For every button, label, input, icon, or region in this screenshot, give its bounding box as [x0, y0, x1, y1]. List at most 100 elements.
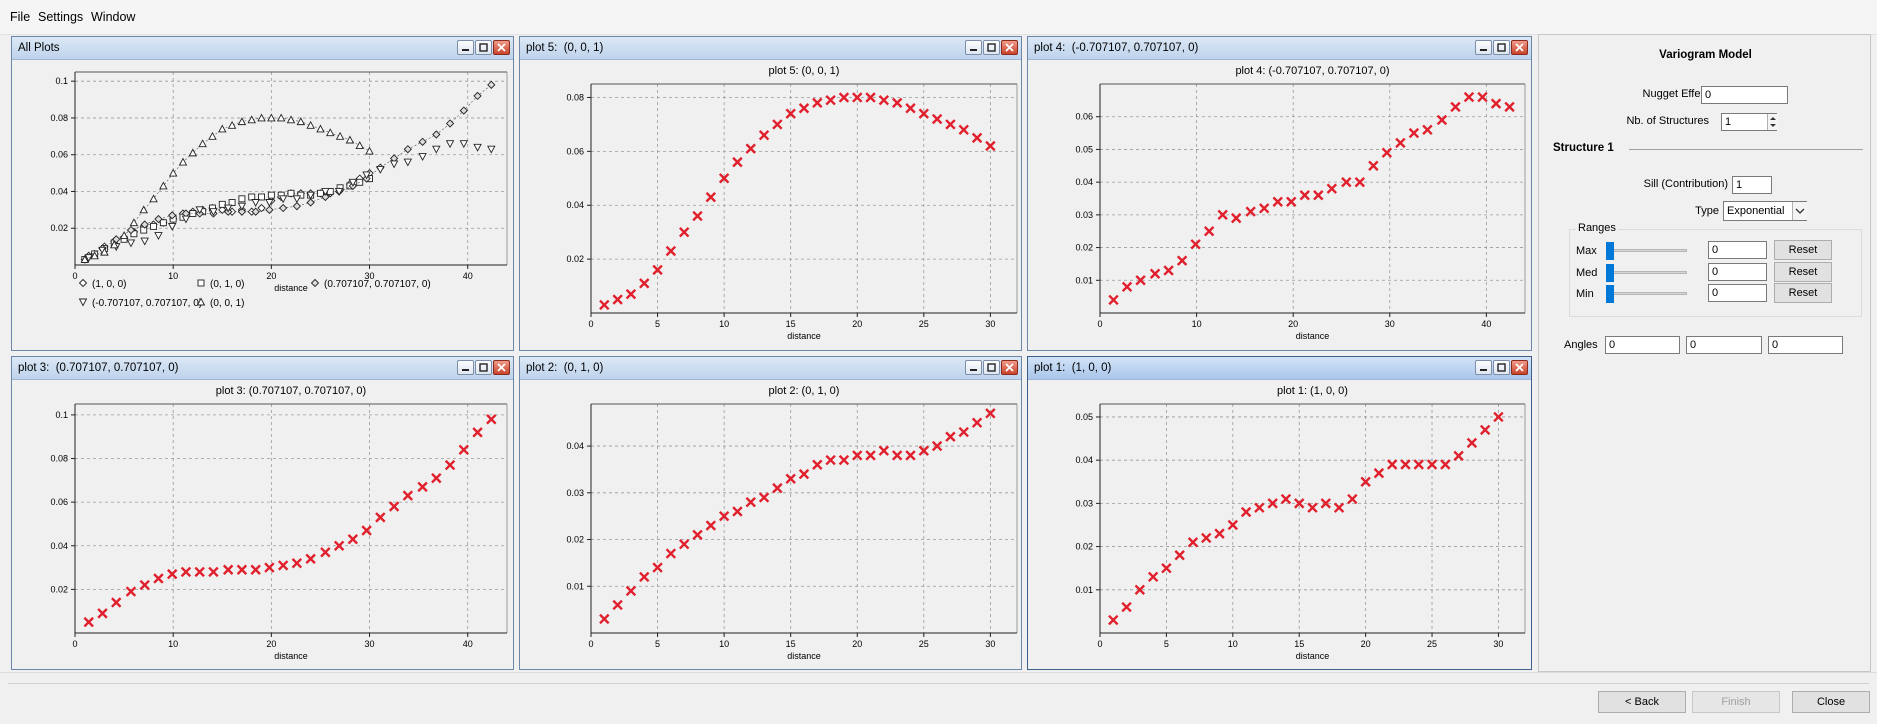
data-point: [472, 427, 483, 438]
data-point: [473, 143, 482, 152]
data-point: [1368, 160, 1379, 171]
maximize-button[interactable]: [983, 360, 1000, 375]
window-close-button[interactable]: [1001, 360, 1018, 375]
y-tick-label: 0.06: [50, 497, 68, 507]
plot-window-all[interactable]: All Plots 0 10 20 30 40 0.02 0.04 0.06 0.08 0.1 dis…: [11, 36, 514, 351]
plot-window-w2[interactable]: plot 2: (0, 1, 0) plot 2: (0, 1, 0) 0 5 10 15…: [519, 356, 1022, 670]
x-tick-label: 0: [1097, 319, 1102, 329]
x-tick-label: 0: [1097, 639, 1102, 649]
maximize-icon: [1497, 43, 1506, 52]
data-point: [599, 299, 610, 311]
minimize-button[interactable]: [965, 40, 982, 55]
structure-divider: [1629, 149, 1863, 150]
data-point: [320, 547, 331, 558]
slider-handle[interactable]: [1606, 242, 1614, 260]
close-button[interactable]: Close: [1792, 691, 1870, 713]
menu-window[interactable]: Window: [91, 10, 135, 24]
x-tick-label: 0: [72, 639, 77, 649]
menu-settings[interactable]: Settings: [38, 10, 83, 24]
y-tick-label: 0.06: [566, 146, 584, 156]
minimize-button[interactable]: [1475, 360, 1492, 375]
data-point: [1108, 614, 1119, 626]
nstruct-spin-arrows[interactable]: [1767, 114, 1778, 130]
maximize-button[interactable]: [1493, 40, 1510, 55]
minimize-button[interactable]: [1475, 40, 1492, 55]
data-point: [265, 205, 274, 214]
y-tick-label: 0.01: [566, 581, 584, 591]
data-point: [1203, 226, 1215, 237]
range-input-med[interactable]: 0: [1708, 263, 1767, 281]
window-close-button[interactable]: [1511, 360, 1528, 375]
close-icon: [497, 363, 506, 372]
range-slider-max[interactable]: [1609, 249, 1687, 252]
legend-label: (1, 0, 0): [92, 279, 126, 290]
data-point: [402, 490, 414, 501]
plot-window-w5[interactable]: plot 5: (0, 0, 1) plot 5: (0, 0, 1) 0 5 10 15…: [519, 36, 1022, 351]
minimize-button[interactable]: [457, 40, 474, 55]
data-point: [665, 245, 677, 257]
x-axis-label: distance: [787, 331, 821, 341]
sill-input[interactable]: 1: [1732, 176, 1772, 194]
back-button[interactable]: < Back: [1598, 691, 1686, 713]
window-titlebar[interactable]: plot 4: (-0.707107, 0.707107, 0): [1028, 37, 1531, 60]
data-point: [1326, 183, 1338, 194]
range-slider-med[interactable]: [1609, 271, 1687, 274]
plot-area: plot 3: (0.707107, 0.707107, 0) 0 10 20 30 40…: [13, 380, 512, 668]
ranges-label: Ranges: [1576, 222, 1618, 234]
data-point: [1386, 459, 1398, 470]
window-titlebar[interactable]: plot 2: (0, 1, 0): [520, 357, 1021, 380]
plot-window-w3[interactable]: plot 3: (0.707107, 0.707107, 0) plot 3: (…: [11, 356, 514, 670]
window-titlebar[interactable]: plot 3: (0.707107, 0.707107, 0): [12, 357, 513, 380]
finish-button[interactable]: Finish: [1692, 691, 1780, 713]
data-point: [1450, 101, 1461, 113]
reset-button-med[interactable]: Reset: [1774, 262, 1832, 282]
data-point: [958, 426, 969, 438]
minimize-button[interactable]: [965, 360, 982, 375]
maximize-button[interactable]: [475, 360, 492, 375]
window-titlebar[interactable]: plot 1: (1, 0, 0): [1028, 357, 1531, 380]
maximize-button[interactable]: [475, 40, 492, 55]
data-point: [891, 97, 903, 109]
window-titlebar[interactable]: plot 5: (0, 0, 1): [520, 37, 1021, 60]
angle-input-2[interactable]: 0: [1686, 336, 1762, 354]
slider-handle[interactable]: [1606, 285, 1614, 303]
range-input-min[interactable]: 0: [1708, 284, 1767, 302]
range-input-max[interactable]: 0: [1708, 241, 1767, 259]
x-tick-label: 30: [985, 639, 995, 649]
chart-title: plot 4: (-0.707107, 0.707107, 0): [1235, 65, 1389, 77]
menu-file[interactable]: File: [10, 10, 30, 24]
data-point: [612, 599, 623, 611]
spin-arrows-icon: [1770, 117, 1776, 127]
nugget-input[interactable]: 0: [1701, 86, 1788, 104]
data-point: [852, 92, 863, 103]
x-tick-label: 10: [168, 639, 178, 649]
reset-button-max[interactable]: Reset: [1774, 240, 1832, 260]
plot-window-w1[interactable]: plot 1: (1, 0, 0) plot 1: (1, 0, 0) 0 5 10 15…: [1027, 356, 1532, 670]
panel-title: Variogram Model: [1659, 49, 1752, 61]
x-tick-label: 25: [919, 319, 929, 329]
window-close-button[interactable]: [493, 40, 510, 55]
x-tick-label: 10: [168, 271, 178, 281]
x-tick-label: 30: [1493, 639, 1503, 649]
x-tick-label: 0: [588, 639, 593, 649]
minimize-button[interactable]: [457, 360, 474, 375]
plot-area: 0 10 20 30 40 0.02 0.04 0.06 0.08 0.1 distance (1, …: [13, 60, 512, 349]
range-slider-min[interactable]: [1609, 292, 1687, 295]
window-titlebar[interactable]: All Plots: [12, 37, 513, 60]
reset-button-min[interactable]: Reset: [1774, 283, 1832, 303]
window-close-button[interactable]: [1511, 40, 1528, 55]
maximize-button[interactable]: [1493, 360, 1510, 375]
data-point: [705, 520, 717, 531]
type-select-arrow[interactable]: [1792, 202, 1807, 220]
window-close-button[interactable]: [493, 360, 510, 375]
maximize-button[interactable]: [983, 40, 1000, 55]
plot-window-w4[interactable]: plot 4: (-0.707107, 0.707107, 0) plot 4: …: [1027, 36, 1532, 351]
angle-input-3[interactable]: 0: [1768, 336, 1843, 354]
data-point: [317, 189, 324, 197]
data-point: [326, 128, 335, 137]
slider-handle[interactable]: [1606, 264, 1614, 282]
angle-input-1[interactable]: 0: [1605, 336, 1680, 354]
data-point: [432, 145, 441, 154]
data-point: [958, 124, 969, 135]
window-close-button[interactable]: [1001, 40, 1018, 55]
